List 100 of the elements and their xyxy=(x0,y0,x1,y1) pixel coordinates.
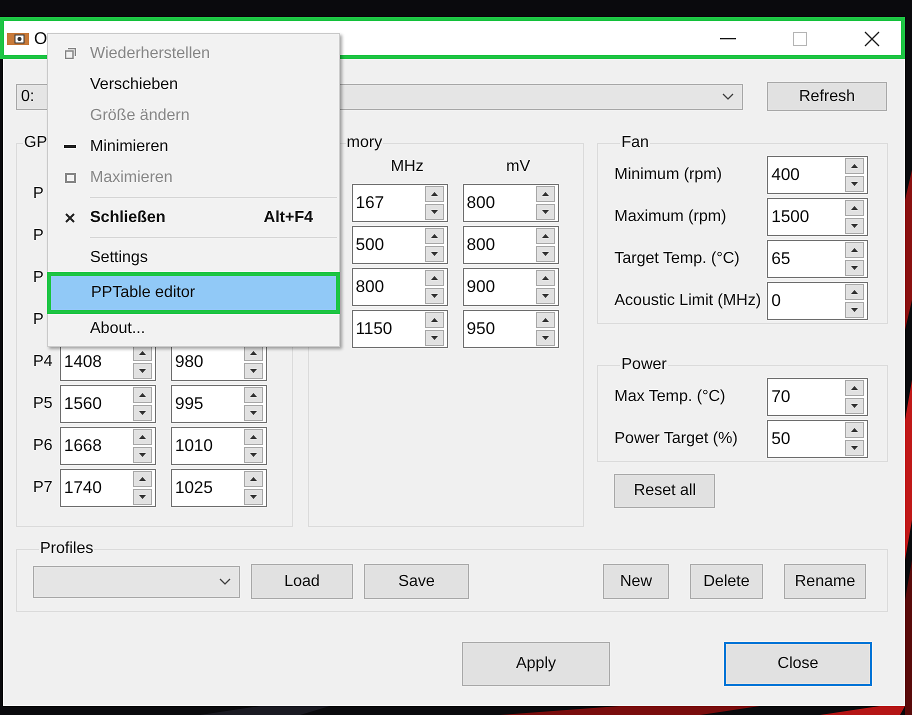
spin-box[interactable]: 1560 xyxy=(60,385,156,423)
spin-down-button[interactable] xyxy=(536,204,555,220)
menu-item[interactable]: Settings xyxy=(50,242,337,273)
up-arrow-icon xyxy=(250,477,257,481)
profile-button[interactable]: Load xyxy=(251,564,353,599)
spin-up-button[interactable] xyxy=(244,429,263,445)
spin-down-button[interactable] xyxy=(845,218,864,234)
down-arrow-icon xyxy=(542,252,549,256)
spin-up-button[interactable] xyxy=(845,284,864,300)
spin-up-button[interactable] xyxy=(845,242,864,258)
spin-box[interactable]: 1668 xyxy=(60,427,156,465)
spin-up-button[interactable] xyxy=(424,228,444,244)
down-arrow-icon xyxy=(139,495,146,499)
spin-up-button[interactable] xyxy=(244,471,263,487)
up-arrow-icon xyxy=(430,318,438,322)
refresh-button[interactable]: Refresh xyxy=(767,82,887,111)
spin-down-button[interactable] xyxy=(536,246,555,262)
spin-down-button[interactable] xyxy=(845,440,864,456)
spin-box[interactable]: 1150 xyxy=(352,310,448,348)
spin-box[interactable]: 400 xyxy=(767,156,868,194)
menu-item[interactable]: Schließen Alt+F4 xyxy=(50,202,337,233)
spin-up-button[interactable] xyxy=(845,200,864,216)
spin-box[interactable]: 995 xyxy=(171,385,267,423)
spin-up-button[interactable] xyxy=(133,387,152,403)
spin-down-button[interactable] xyxy=(244,363,263,379)
spin-up-button[interactable] xyxy=(536,228,555,244)
down-arrow-icon xyxy=(430,336,438,340)
spin-box[interactable]: 70 xyxy=(767,378,868,416)
profile-button[interactable]: New xyxy=(603,564,669,599)
spin-up-button[interactable] xyxy=(845,158,864,174)
menu-item[interactable]: Minimieren xyxy=(50,131,337,162)
spin-down-button[interactable] xyxy=(424,204,444,220)
spin-up-button[interactable] xyxy=(133,471,152,487)
spin-box[interactable]: 500 xyxy=(352,226,448,264)
dialog-button[interactable]: Apply xyxy=(462,642,610,686)
spin-box[interactable]: 1740 xyxy=(60,469,156,507)
menu-item[interactable]: About... xyxy=(50,313,337,344)
spin-box[interactable]: 1025 xyxy=(171,469,267,507)
spin-box[interactable]: 167 xyxy=(352,184,448,222)
spin-box[interactable]: 900 xyxy=(462,268,559,306)
down-arrow-icon xyxy=(139,453,146,457)
spin-down-button[interactable] xyxy=(424,330,444,346)
spin-down-button[interactable] xyxy=(424,288,444,304)
spin-up-button[interactable] xyxy=(424,186,444,202)
spin-box[interactable]: 1500 xyxy=(767,198,868,236)
up-arrow-icon xyxy=(851,248,858,252)
state-label: P xyxy=(33,185,45,203)
field-label: Maximum (rpm) xyxy=(614,208,728,226)
spin-down-button[interactable] xyxy=(845,176,864,192)
spin-down-button[interactable] xyxy=(536,330,555,346)
spin-down-button[interactable] xyxy=(133,363,152,379)
spin-down-button[interactable] xyxy=(244,447,263,463)
spin-down-button[interactable] xyxy=(845,398,864,414)
spin-up-button[interactable] xyxy=(424,270,444,286)
spin-up-button[interactable] xyxy=(244,387,263,403)
spin-up-button[interactable] xyxy=(845,380,864,396)
spin-down-button[interactable] xyxy=(133,447,152,463)
up-arrow-icon xyxy=(542,234,549,238)
spin-down-button[interactable] xyxy=(536,288,555,304)
state-label: P7 xyxy=(33,479,54,497)
spin-box[interactable]: 1010 xyxy=(171,427,267,465)
down-arrow-icon xyxy=(139,411,146,415)
up-arrow-icon xyxy=(430,276,438,280)
spin-up-button[interactable] xyxy=(536,270,555,286)
spin-up-button[interactable] xyxy=(845,422,864,438)
spin-box[interactable]: 50 xyxy=(767,420,868,458)
spin-down-button[interactable] xyxy=(244,405,263,421)
up-arrow-icon xyxy=(430,234,438,238)
spin-down-button[interactable] xyxy=(845,302,864,318)
spin-down-button[interactable] xyxy=(133,405,152,421)
spin-box[interactable]: 800 xyxy=(462,184,559,222)
spin-down-button[interactable] xyxy=(845,260,864,276)
spin-box[interactable]: 0 xyxy=(767,282,868,320)
profile-button[interactable]: Delete xyxy=(690,564,763,599)
down-arrow-icon xyxy=(430,252,438,256)
state-label: P xyxy=(33,311,45,329)
spin-down-button[interactable] xyxy=(244,489,263,505)
spin-up-button[interactable] xyxy=(133,429,152,445)
group-title: Fan xyxy=(620,134,650,152)
spin-box[interactable]: 800 xyxy=(352,268,448,306)
spin-up-button[interactable] xyxy=(424,312,444,328)
state-label: P4 xyxy=(33,353,54,371)
spin-down-button[interactable] xyxy=(133,489,152,505)
down-arrow-icon xyxy=(851,308,858,312)
spin-down-button[interactable] xyxy=(424,246,444,262)
spin-up-button[interactable] xyxy=(536,312,555,328)
down-arrow-icon xyxy=(250,411,257,415)
up-arrow-icon xyxy=(542,276,549,280)
menu-item[interactable]: PPTable editor xyxy=(51,276,336,310)
dialog-button[interactable]: Close xyxy=(724,642,872,686)
spin-box[interactable]: 950 xyxy=(462,310,559,348)
profile-button[interactable]: Save xyxy=(364,564,469,599)
spin-up-button[interactable] xyxy=(536,186,555,202)
profile-button[interactable]: Rename xyxy=(784,564,866,599)
up-arrow-icon xyxy=(250,351,257,355)
down-arrow-icon xyxy=(851,266,858,270)
spin-box[interactable]: 65 xyxy=(767,240,868,278)
up-arrow-icon xyxy=(851,428,858,432)
spin-box[interactable]: 800 xyxy=(462,226,559,264)
reset-all-button[interactable]: Reset all xyxy=(614,474,716,508)
